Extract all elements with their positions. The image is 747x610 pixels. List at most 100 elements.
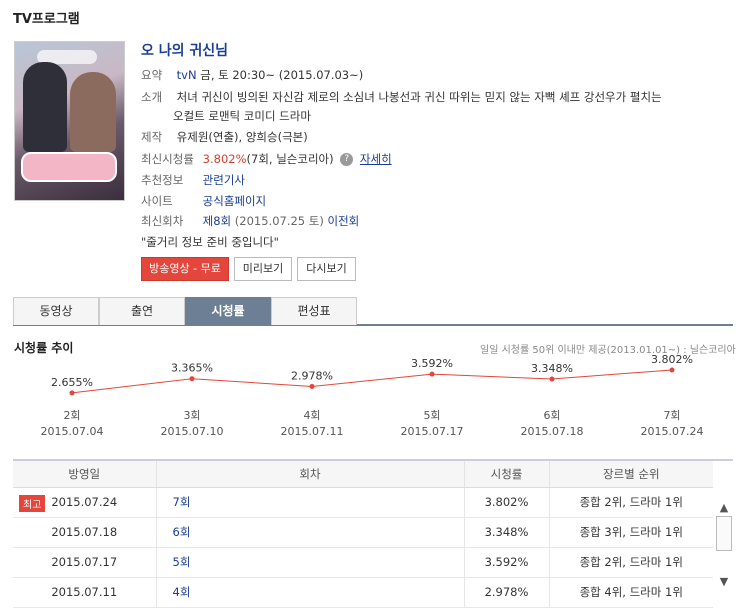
row-date: 2015.07.11 bbox=[51, 585, 118, 599]
data-label: 3.348% bbox=[531, 362, 573, 375]
summary-text: 금, 토 20:30~ (2015.07.03~) bbox=[200, 68, 364, 82]
previous-episode-link[interactable]: 이전회 bbox=[328, 214, 360, 228]
row-rating: 3.348% bbox=[484, 525, 529, 539]
scroll-down-icon[interactable]: ▼ bbox=[718, 576, 730, 588]
data-point[interactable] bbox=[549, 376, 555, 382]
data-point[interactable] bbox=[429, 371, 435, 377]
program-tabs: 동영상 출연 시청률 편성표 bbox=[13, 297, 733, 326]
row-rank: 종합 3위, 드라마 1위 bbox=[579, 525, 683, 539]
rating-value: 3.802% bbox=[202, 152, 247, 166]
recommend-label: 추천정보 bbox=[141, 173, 184, 187]
row-episode-link[interactable]: 4회 bbox=[173, 585, 191, 599]
header-genre-rank: 장르별 순위 bbox=[549, 461, 713, 488]
x-tick-date: 2015.07.04 bbox=[41, 425, 104, 438]
staff-text: 유제원(연출), 양희승(극본) bbox=[176, 130, 308, 144]
row-rating: 3.802% bbox=[484, 495, 529, 509]
poster-figure-left bbox=[23, 62, 67, 152]
rating-source: (7회, 닐슨코리아) bbox=[246, 152, 334, 166]
latest-date: (2015.07.25 토) bbox=[234, 214, 324, 228]
data-point[interactable] bbox=[669, 367, 675, 373]
header-air-date: 방영일 bbox=[13, 461, 157, 488]
synopsis-label: 소개 bbox=[141, 90, 163, 104]
tab-video[interactable]: 동영상 bbox=[13, 297, 99, 325]
row-rating: 2.978% bbox=[484, 585, 529, 599]
x-tick-episode: 4회 bbox=[303, 409, 320, 422]
preview-button[interactable]: 미리보기 bbox=[234, 257, 292, 281]
data-label: 2.978% bbox=[291, 369, 333, 382]
poster-figure-right bbox=[70, 72, 116, 152]
program-poster[interactable] bbox=[14, 41, 125, 201]
replay-button[interactable]: 다시보기 bbox=[297, 257, 356, 281]
info-summary: 요약 tvN 금, 토 20:30~ (2015.07.03~) bbox=[141, 67, 363, 83]
related-articles-link[interactable]: 관련기사 bbox=[203, 173, 245, 187]
official-site-link[interactable]: 공식홈페이지 bbox=[203, 194, 266, 208]
x-tick-date: 2015.07.11 bbox=[281, 425, 344, 438]
ratings-table: 방영일 회차 시청률 장르별 순위 최고 2015.07.24 7회 3.802% 종합… bbox=[13, 459, 733, 609]
section-title: TV프로그램 bbox=[13, 12, 80, 27]
info-latest: 최신회차 제8회 (2015.07.25 토) 이전회 bbox=[141, 213, 359, 229]
synopsis-placeholder: "줄거리 정보 준비 중입니다" bbox=[141, 235, 279, 249]
header-rating: 시청률 bbox=[464, 461, 550, 488]
row-episode-link[interactable]: 7회 bbox=[173, 495, 191, 509]
row-rating: 3.592% bbox=[484, 555, 529, 569]
info-staff: 제작 유제원(연출), 양희승(극본) bbox=[141, 129, 308, 145]
data-point[interactable] bbox=[309, 383, 315, 389]
data-point[interactable] bbox=[189, 376, 195, 382]
data-label: 2.655% bbox=[51, 376, 93, 389]
x-tick-date: 2015.07.18 bbox=[521, 425, 584, 438]
chart-title: 시청률 추이 bbox=[14, 341, 74, 355]
channel-link[interactable]: tvN bbox=[177, 68, 197, 82]
data-label: 3.592% bbox=[411, 357, 453, 370]
x-tick-date: 2015.07.17 bbox=[401, 425, 464, 438]
table-row: 2015.07.17 5회 3.592% 종합 2위, 드라마 1위 bbox=[13, 547, 713, 578]
table-header-row: 방영일 회차 시청률 장르별 순위 bbox=[13, 461, 713, 488]
data-label: 3.802% bbox=[651, 355, 693, 366]
table-row: 2015.07.18 6회 3.348% 종합 3위, 드라마 1위 bbox=[13, 517, 713, 548]
row-rank: 종합 4위, 드라마 1위 bbox=[579, 585, 683, 599]
x-tick-date: 2015.07.10 bbox=[161, 425, 224, 438]
chart-note: 일일 시청률 50위 이내만 제공(2013.01.01~) : 닐슨코리아 bbox=[480, 345, 736, 356]
scroll-up-icon[interactable]: ▲ bbox=[718, 502, 730, 514]
x-tick-episode: 3회 bbox=[183, 409, 200, 422]
row-episode-link[interactable]: 6회 bbox=[173, 525, 191, 539]
x-tick-episode: 2회 bbox=[63, 409, 80, 422]
row-date: 2015.07.24 bbox=[51, 495, 118, 509]
staff-label: 제작 bbox=[141, 130, 163, 144]
x-tick-episode: 7회 bbox=[663, 409, 680, 422]
tab-cast[interactable]: 출연 bbox=[99, 297, 185, 325]
data-label: 3.365% bbox=[171, 362, 213, 375]
latest-episode-link[interactable]: 제8회 bbox=[203, 214, 231, 228]
table-row: 2015.07.11 4회 2.978% 종합 4위, 드라마 1위 bbox=[13, 577, 713, 608]
x-tick-episode: 5회 bbox=[423, 409, 440, 422]
series-line bbox=[71, 369, 673, 394]
info-rating: 최신시청률 3.802%(7회, 닐슨코리아) ? 자세히 bbox=[141, 151, 392, 167]
row-date: 2015.07.18 bbox=[51, 525, 118, 539]
row-episode-link[interactable]: 5회 bbox=[173, 555, 191, 569]
broadcast-video-button[interactable]: 방송영상 - 무료 bbox=[141, 257, 229, 281]
table-scrollbar[interactable]: ▲ ▼ bbox=[715, 486, 733, 608]
help-icon[interactable]: ? bbox=[340, 153, 354, 166]
info-site: 사이트 공식홈페이지 bbox=[141, 193, 266, 209]
rating-detail-link[interactable]: 자세히 bbox=[360, 152, 392, 166]
row-date: 2015.07.17 bbox=[51, 555, 118, 569]
table-row: 최고 2015.07.24 7회 3.802% 종합 2위, 드라마 1위 bbox=[13, 487, 713, 518]
row-rank: 종합 2위, 드라마 1위 bbox=[579, 495, 683, 509]
scroll-thumb[interactable] bbox=[716, 516, 732, 551]
summary-label: 요약 bbox=[141, 68, 163, 82]
x-tick-date: 2015.07.24 bbox=[641, 425, 704, 438]
data-point[interactable] bbox=[69, 390, 75, 396]
poster-logo-shape bbox=[21, 152, 117, 182]
row-rank: 종합 2위, 드라마 1위 bbox=[579, 555, 683, 569]
header-episode: 회차 bbox=[156, 461, 465, 488]
program-title[interactable]: 오 나의 귀신님 bbox=[141, 40, 228, 60]
rating-label: 최신시청률 bbox=[141, 152, 194, 166]
x-tick-episode: 6회 bbox=[543, 409, 560, 422]
tab-schedule[interactable]: 편성표 bbox=[271, 297, 357, 325]
latest-label: 최신회차 bbox=[141, 214, 184, 228]
tab-ratings[interactable]: 시청률 bbox=[185, 297, 271, 325]
site-label: 사이트 bbox=[141, 194, 173, 208]
synopsis-line-2: 오컬트 로맨틱 코미디 드라마 bbox=[173, 109, 311, 123]
info-recommend: 추천정보 관련기사 bbox=[141, 172, 245, 188]
synopsis-line-1: 처녀 귀신이 빙의된 자신감 제로의 소심녀 나봉선과 귀신 따위는 믿지 않는… bbox=[176, 90, 662, 104]
best-badge: 최고 bbox=[19, 494, 46, 512]
